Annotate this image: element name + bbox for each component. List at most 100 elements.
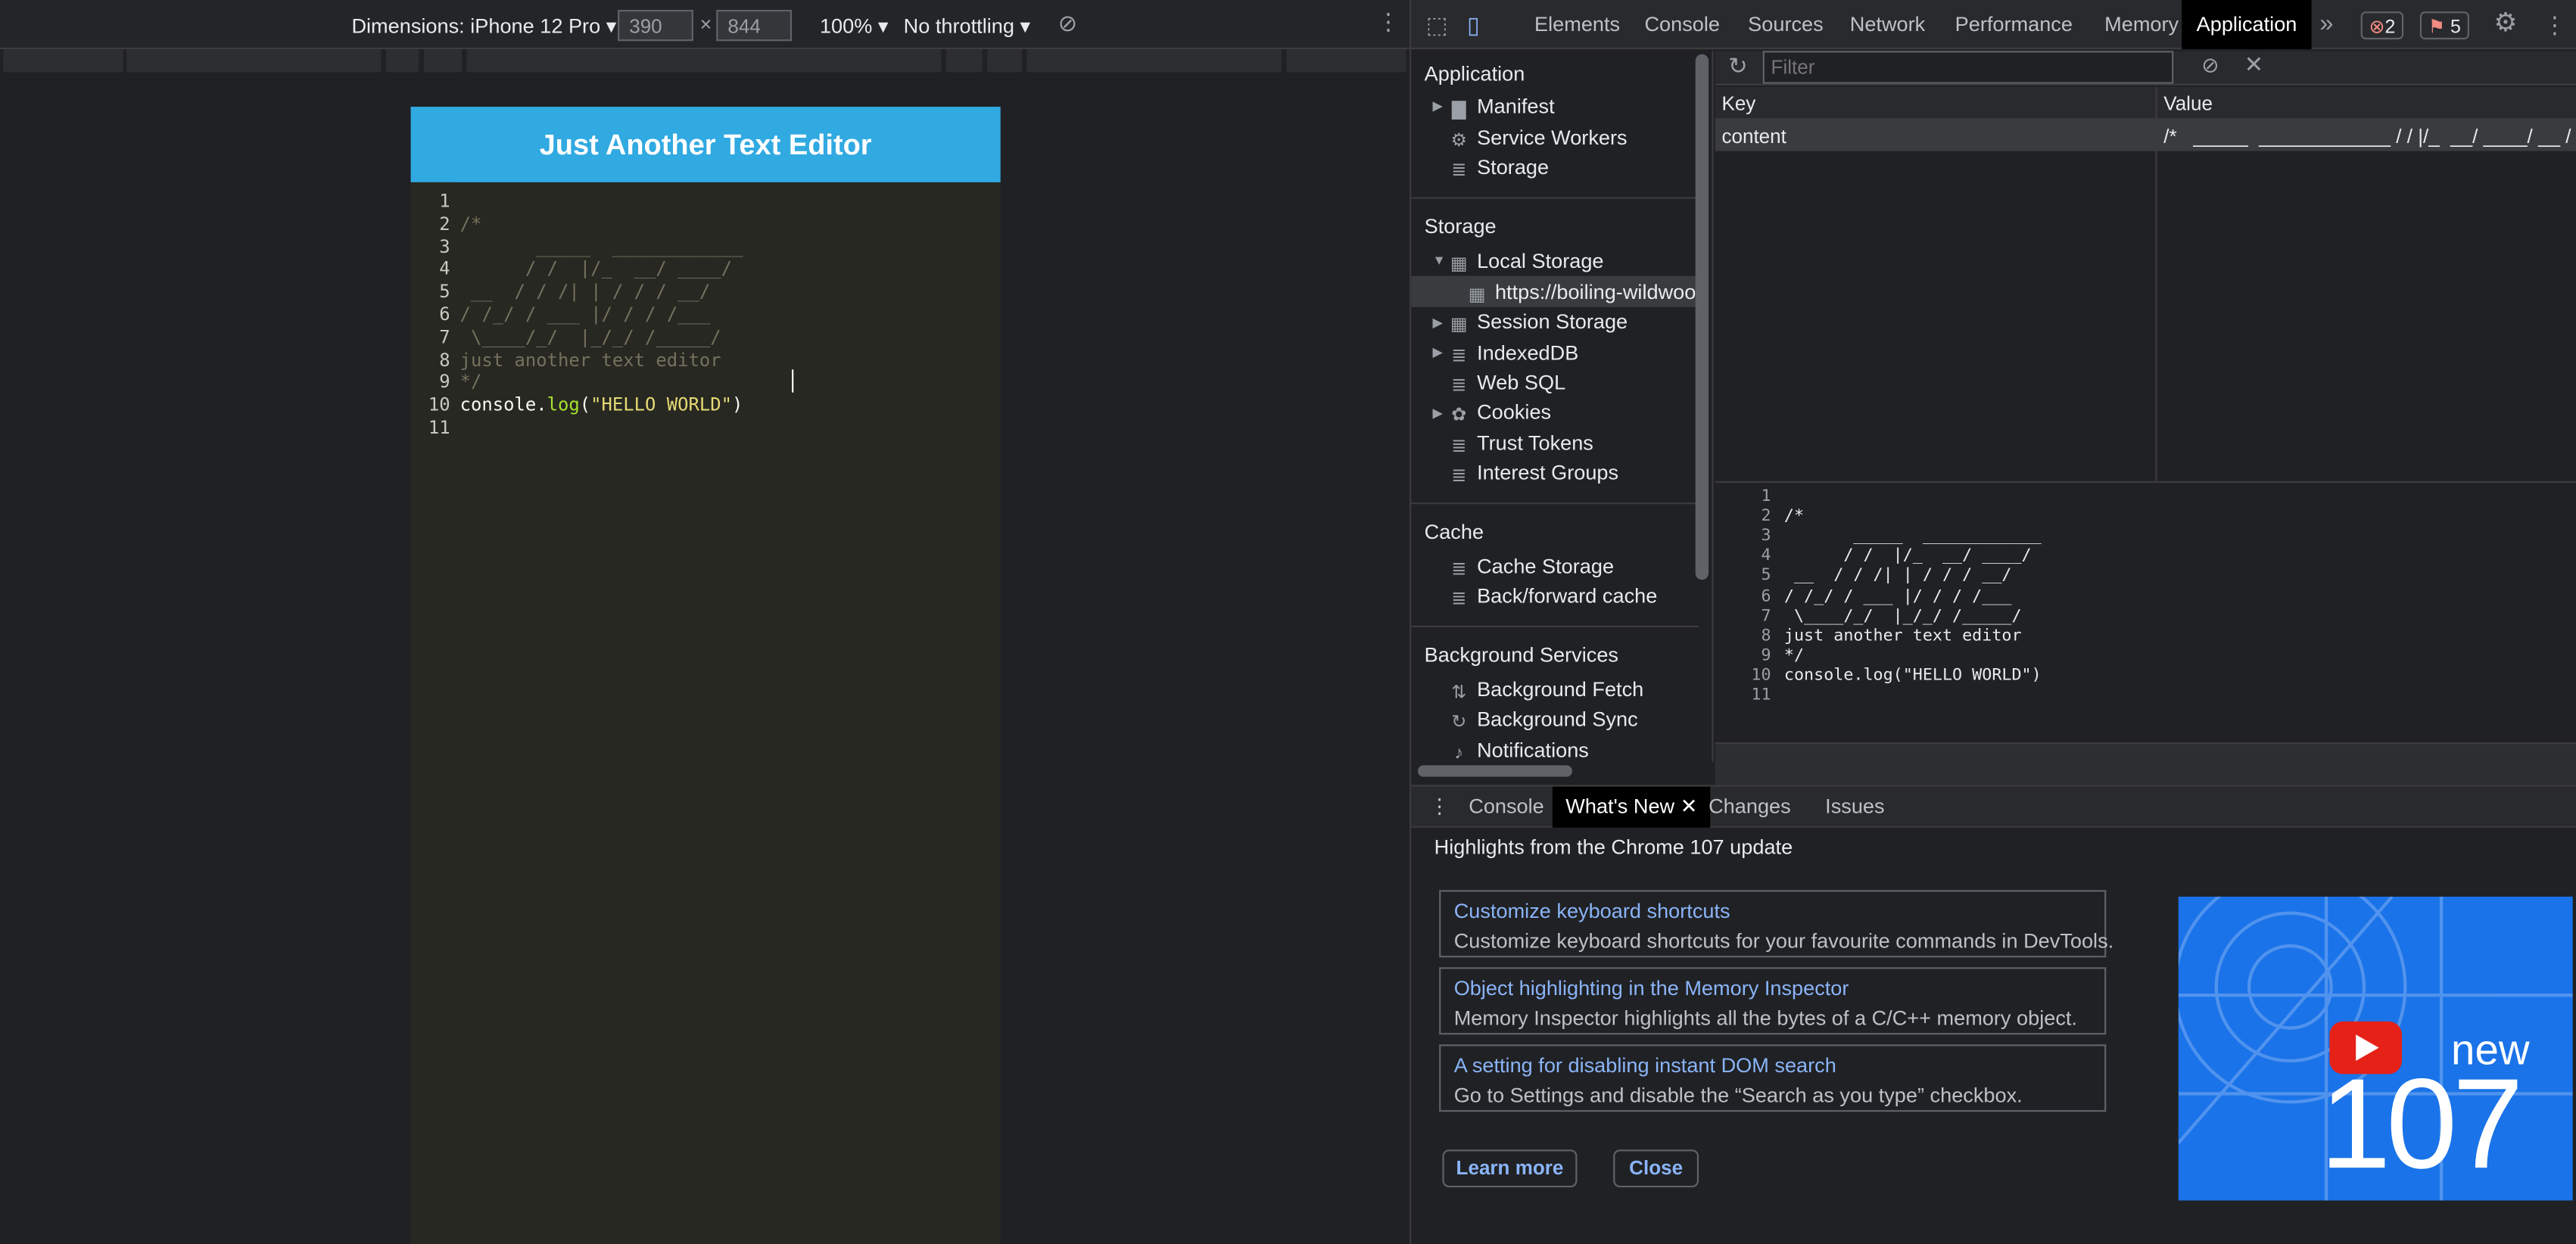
sidebar-item-background-sync[interactable]: ↻ Background Sync: [1449, 708, 1638, 732]
background-services-header: Background Services: [1424, 643, 1618, 667]
code-line: / /_/ / ___ |/ / / /___: [459, 303, 711, 325]
expand-arrow-icon[interactable]: ▶: [1432, 406, 1442, 421]
device-viewport: Just Another Text Editor 1 2 3 4 5 6 7 8 9 10 11 /*…: [410, 107, 1001, 1244]
chrome-107-promo-image[interactable]: new 107: [2178, 896, 2573, 1201]
database-icon: ≣: [1451, 160, 1467, 181]
feature-card-title[interactable]: Customize keyboard shortcuts: [1454, 900, 1730, 922]
close-button[interactable]: Close: [1613, 1149, 1699, 1188]
preview-line-number: 6: [1761, 586, 1771, 605]
tab-elements[interactable]: Elements: [1534, 0, 1620, 49]
drawer-tab-whats-new[interactable]: What's New ✕: [1552, 786, 1711, 828]
promo-version-label: 107: [2319, 1050, 2523, 1196]
drawer-tab-console[interactable]: Console: [1469, 787, 1544, 828]
sidebar-item-local-storage[interactable]: ▦ Local Storage: [1449, 250, 1604, 275]
file-icon: ▇: [1452, 100, 1466, 120]
more-vert-icon[interactable]: ⋮: [1377, 8, 1400, 36]
expand-arrow-icon[interactable]: ▶: [1432, 98, 1442, 114]
refresh-icon[interactable]: ↻: [1728, 52, 1747, 80]
line-number: 10: [428, 394, 450, 416]
database-icon: ≣: [1451, 466, 1467, 487]
drawer-menu-icon[interactable]: ⋮: [1429, 787, 1450, 828]
row-value: /* _____ ____________ / / |/_ __/ ____/ …: [2163, 124, 2571, 148]
database-icon: ≣: [1451, 346, 1467, 366]
sidebar-item-indexeddb[interactable]: ≣ IndexedDB: [1449, 341, 1578, 366]
value-column-header[interactable]: Value: [2163, 92, 2213, 115]
preview-line-number: 5: [1761, 567, 1771, 586]
dimensions-label: Dimensions: iPhone 12 Pro: [351, 14, 601, 38]
code-line: \____/_/ |_/_/ /_____/: [459, 326, 721, 348]
expand-arrow-icon[interactable]: ▶: [1432, 345, 1442, 360]
zoom-value: 100%: [819, 14, 873, 38]
code-editor[interactable]: 1 2 3 4 5 6 7 8 9 10 11 /* _____ ____________ / / |…: [411, 182, 1001, 1244]
code-line: /*: [459, 213, 482, 235]
sidebar-item-session-storage[interactable]: ▦ Session Storage: [1449, 310, 1628, 335]
sidebar-item-trust-tokens[interactable]: ≣ Trust Tokens: [1449, 432, 1593, 457]
tab-application[interactable]: Application: [2182, 0, 2312, 50]
drawer-tab-changes[interactable]: Changes: [1709, 787, 1791, 828]
sidebar-item-bfcache[interactable]: ≣ Back/forward cache: [1449, 585, 1657, 610]
more-tabs-icon[interactable]: »: [2319, 0, 2333, 49]
width-input[interactable]: 390: [618, 10, 693, 42]
throttling-select[interactable]: No throttling ▾: [904, 13, 1030, 38]
whats-new-heading: Highlights from the Chrome 107 update: [1434, 835, 1793, 860]
sidebar-item-cookies[interactable]: ✿ Cookies: [1449, 401, 1551, 426]
collapse-arrow-icon[interactable]: ▼: [1432, 253, 1445, 268]
sidebar-item-websql[interactable]: ≣ Web SQL: [1449, 371, 1565, 396]
sidebar-scrollbar[interactable]: [1695, 54, 1709, 580]
settings-gear-icon[interactable]: ⚙: [2493, 0, 2517, 49]
height-input[interactable]: 844: [716, 10, 793, 42]
preview-line-number: 11: [1751, 686, 1771, 705]
tab-console[interactable]: Console: [1644, 0, 1720, 49]
error-badge[interactable]: ⊗2: [2360, 11, 2404, 40]
code-line: */: [459, 372, 482, 393]
expand-arrow-icon[interactable]: ▶: [1432, 316, 1442, 331]
preview-line-number: 1: [1761, 487, 1771, 506]
feature-card[interactable]: Customize keyboard shortcuts Customize k…: [1439, 890, 2113, 958]
grid-icon: ▦: [1468, 285, 1486, 306]
sidebar-item-storage[interactable]: ≣ Storage: [1449, 156, 1549, 181]
text-cursor: [792, 369, 794, 393]
preview-line-number: 9: [1761, 646, 1771, 665]
feature-card[interactable]: Object highlighting in the Memory Inspec…: [1439, 967, 2107, 1035]
customize-menu-icon[interactable]: ⋮: [2543, 0, 2566, 49]
tab-network[interactable]: Network: [1850, 0, 1925, 49]
key-column-header[interactable]: Key: [1721, 92, 1755, 115]
tab-performance[interactable]: Performance: [1955, 0, 2073, 49]
preview-line: _____ ____________: [1783, 527, 2042, 546]
close-tab-icon[interactable]: ✕: [1680, 795, 1698, 817]
table-row[interactable]: content /* _____ ____________ / / |/_ __…: [1715, 120, 2576, 151]
rotate-icon[interactable]: ⊘: [1058, 10, 1077, 38]
delete-selected-icon[interactable]: ✕: [2244, 51, 2263, 79]
drawer-tab-issues[interactable]: Issues: [1825, 787, 1884, 828]
inspect-icon[interactable]: ⬚: [1426, 0, 1448, 49]
sidebar-item-cache-storage[interactable]: ≣ Cache Storage: [1449, 555, 1614, 580]
sidebar-horizontal-scrollbar[interactable]: [1417, 765, 1572, 777]
feature-card-title[interactable]: A setting for disabling instant DOM sear…: [1454, 1054, 1836, 1077]
feature-card[interactable]: A setting for disabling instant DOM sear…: [1439, 1044, 2107, 1112]
feature-card-title[interactable]: Object highlighting in the Memory Inspec…: [1454, 977, 1849, 1000]
sidebar-item-service-workers[interactable]: ⚙ Service Workers: [1449, 126, 1627, 151]
code-line: / / |/_ __/ ____/: [459, 258, 733, 280]
issues-badge[interactable]: ⚑ 5: [2419, 11, 2469, 40]
clear-all-icon[interactable]: ⊘: [2201, 52, 2219, 79]
tab-memory[interactable]: Memory: [2104, 0, 2179, 49]
zoom-select[interactable]: 100% ▾: [820, 13, 889, 38]
tab-sources[interactable]: Sources: [1748, 0, 1824, 49]
sidebar-item-background-fetch[interactable]: ⇅ Background Fetch: [1449, 678, 1643, 703]
sync-icon: ↻: [1451, 712, 1467, 732]
preview-line-number: 7: [1761, 607, 1771, 625]
dimensions-select[interactable]: Dimensions: iPhone 12 Pro ▾: [351, 13, 616, 38]
sidebar-item-notifications[interactable]: ♪ Notifications: [1449, 739, 1589, 762]
sidebar-item-local-origin[interactable]: ▦ https://boiling-wildwood: [1467, 281, 1708, 306]
sidebar-item-manifest[interactable]: ▇ Manifest: [1449, 95, 1555, 120]
device-toggle-icon[interactable]: ▯: [1467, 0, 1480, 49]
drawer-tabbar: ⋮ Console What's New ✕ Changes Issues: [1411, 785, 2576, 828]
preview-line: / / |/_ __/ ____/: [1783, 547, 2032, 566]
gear-icon: ⚙: [1450, 131, 1467, 151]
column-divider[interactable]: [2155, 87, 2157, 481]
cache-section-header: Cache: [1424, 520, 1484, 544]
sidebar-item-interest-groups[interactable]: ≣ Interest Groups: [1449, 462, 1618, 487]
filter-input[interactable]: [1762, 51, 2174, 84]
learn-more-button[interactable]: Learn more: [1442, 1149, 1578, 1188]
line-number: 5: [439, 281, 450, 303]
